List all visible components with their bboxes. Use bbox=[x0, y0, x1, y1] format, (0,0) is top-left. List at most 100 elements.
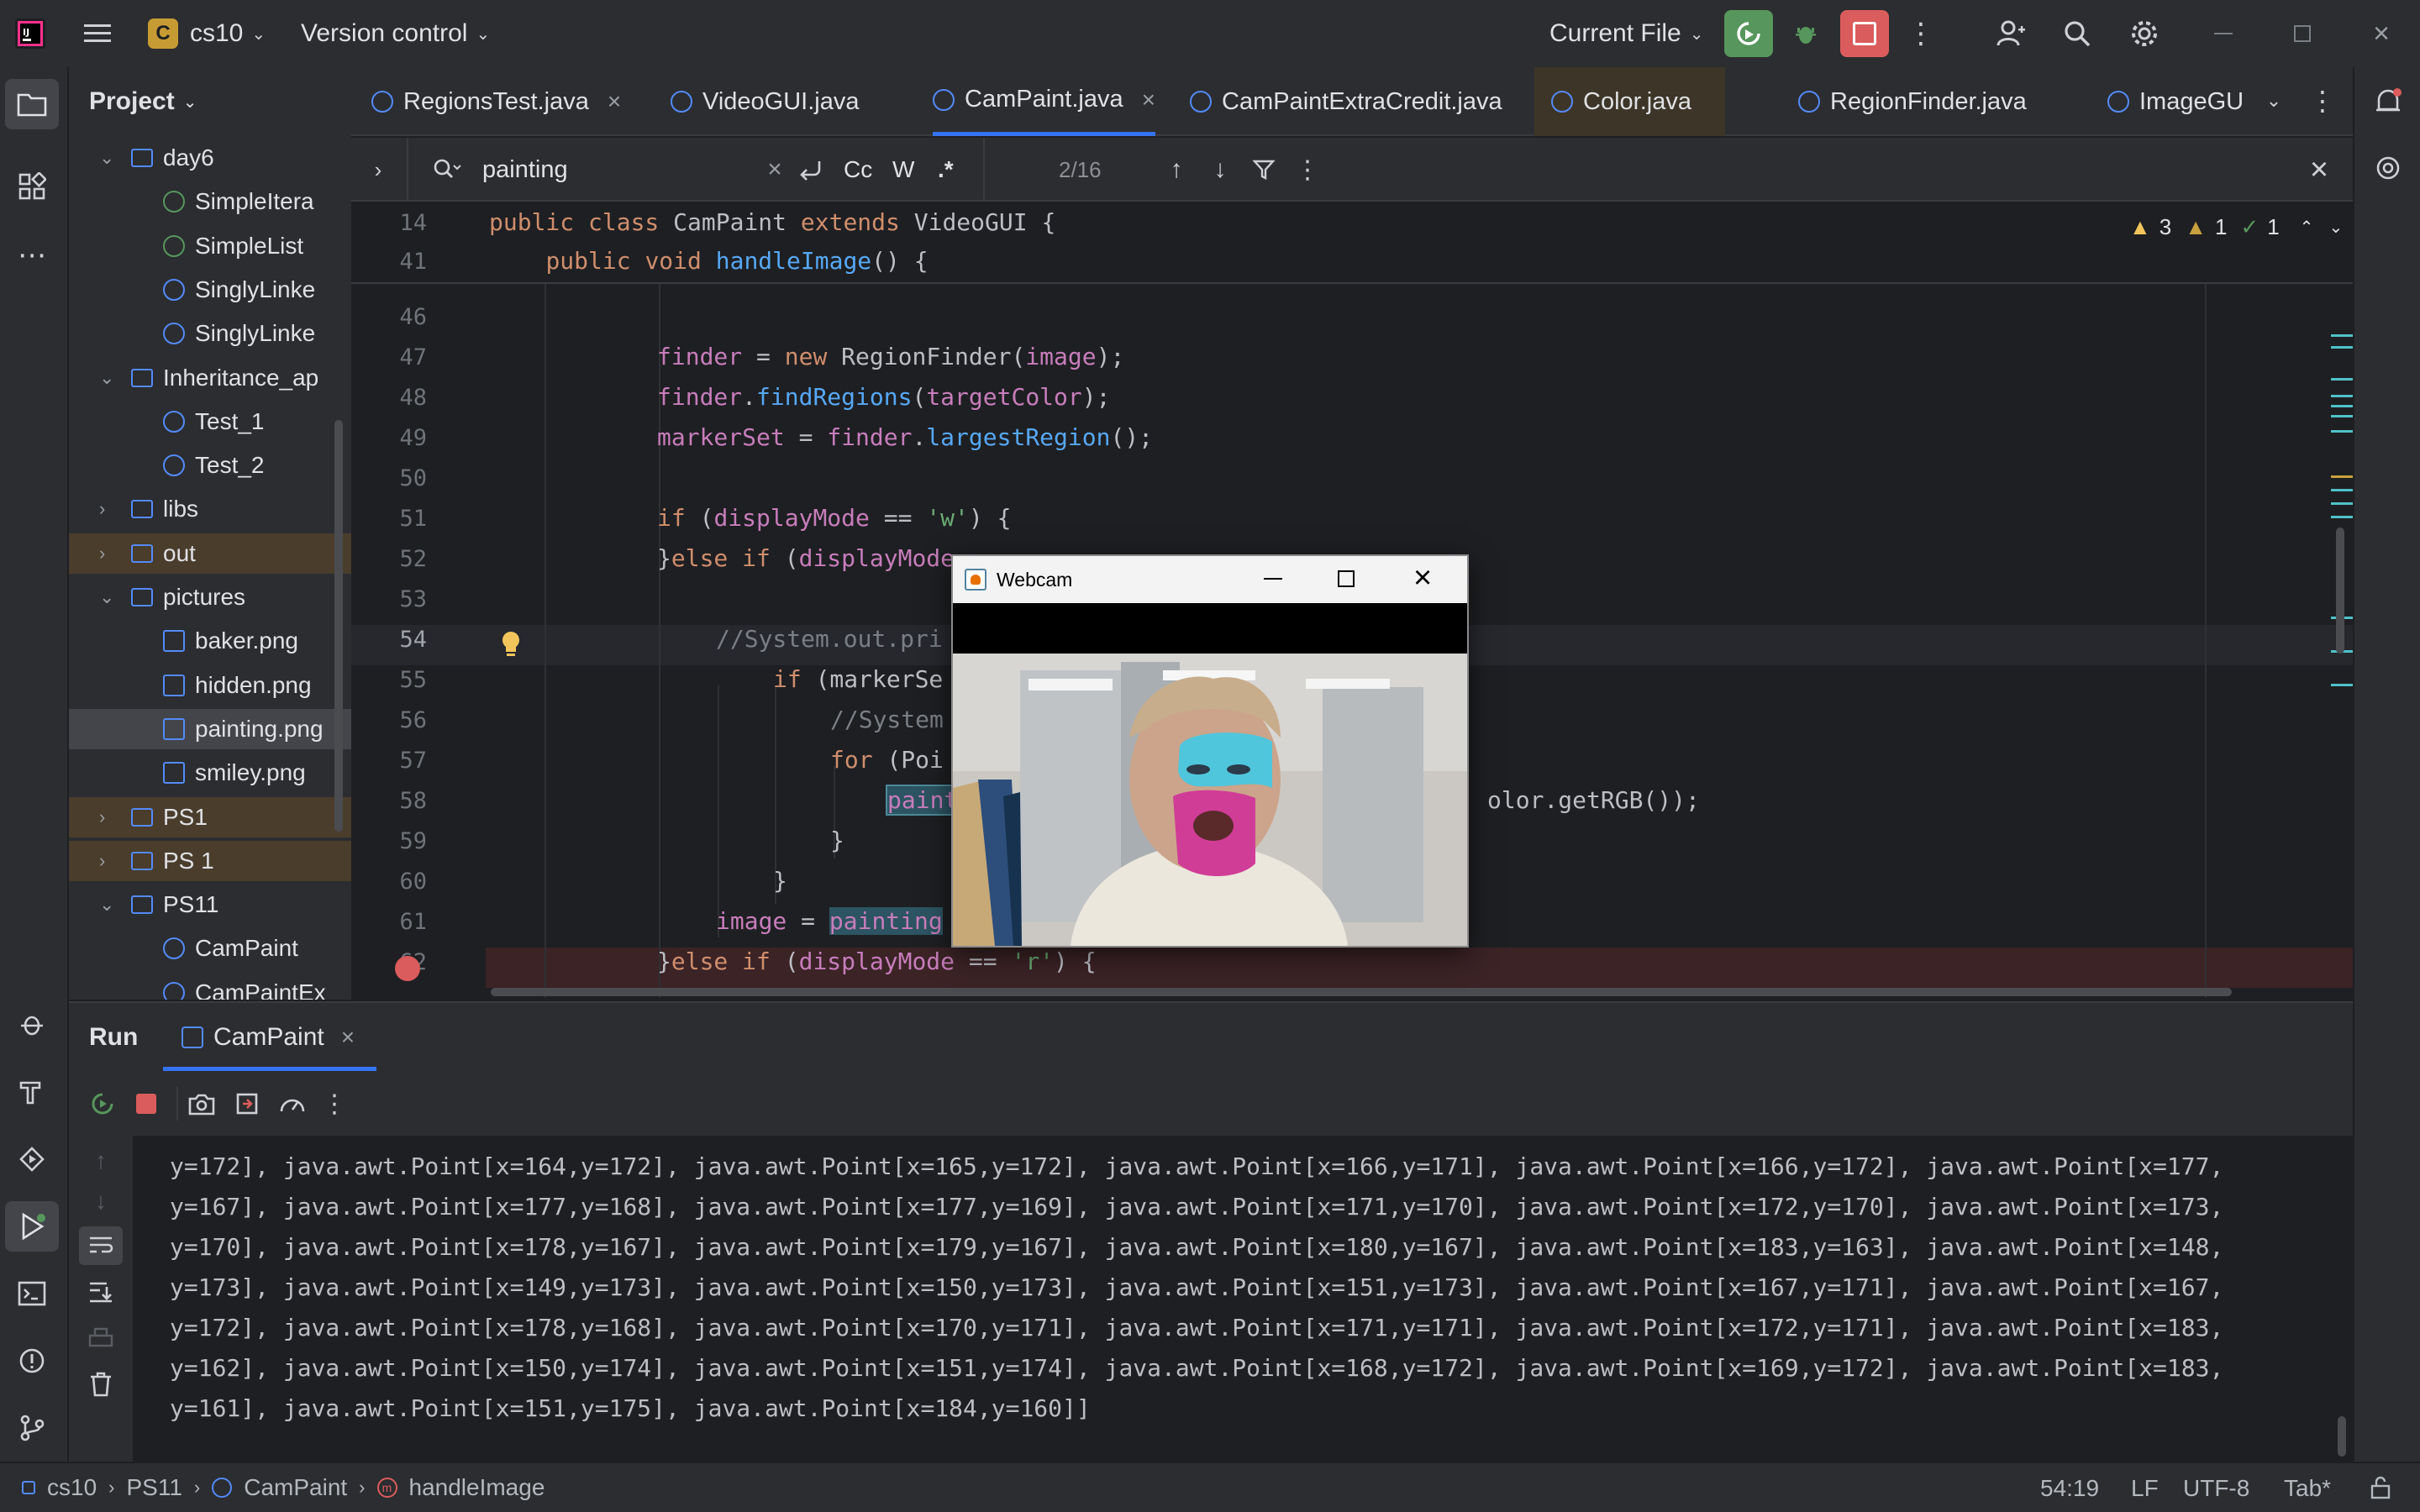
more-tools-icon[interactable]: ⋯ bbox=[5, 230, 59, 281]
restore-icon[interactable] bbox=[2286, 17, 2319, 50]
find-more-icon[interactable]: ⋮ bbox=[1291, 153, 1324, 186]
regex-toggle[interactable]: .* bbox=[938, 138, 954, 202]
tab-imagegu[interactable]: ImageGU bbox=[2107, 67, 2244, 136]
clear-search-icon[interactable]: × bbox=[758, 153, 792, 186]
notifications-icon[interactable] bbox=[2370, 84, 2407, 121]
gear-icon[interactable] bbox=[2128, 17, 2161, 50]
chevron-up-icon[interactable]: ⌃ bbox=[2300, 217, 2314, 238]
tab-regionfinder-java[interactable]: RegionFinder.java bbox=[1798, 67, 2027, 136]
indent-setting[interactable]: Tab* bbox=[2284, 1475, 2331, 1502]
main-menu-icon[interactable] bbox=[81, 17, 114, 50]
chevron-down-icon[interactable]: ⌄ bbox=[99, 586, 114, 608]
camera-icon[interactable] bbox=[183, 1087, 220, 1121]
tab-videogui-java[interactable]: VideoGUI.java bbox=[671, 67, 859, 136]
maximize-icon[interactable] bbox=[1338, 570, 1355, 587]
run-tab-campaint[interactable]: CamPaint × bbox=[182, 1003, 355, 1072]
editor-vertical-scrollbar[interactable] bbox=[2336, 528, 2344, 654]
chevron-right-icon[interactable]: › bbox=[99, 543, 105, 564]
tree-item[interactable]: ⌄ Inheritance_ap bbox=[69, 358, 351, 398]
chevron-right-icon[interactable]: › bbox=[99, 850, 105, 872]
tab-color-java[interactable]: Color.java bbox=[1534, 67, 1725, 136]
tabs-chevron-down-icon[interactable]: ⌄ bbox=[2259, 86, 2289, 116]
tabs-more-icon[interactable]: ⋮ bbox=[2307, 86, 2338, 116]
tree-item[interactable]: Test_1 bbox=[69, 402, 351, 442]
close-tab-icon[interactable]: × bbox=[608, 88, 621, 115]
close-tab-icon[interactable]: × bbox=[1142, 87, 1155, 113]
rerun-button[interactable] bbox=[1724, 10, 1773, 57]
tab-campaint-java[interactable]: CamPaint.java × bbox=[933, 67, 1155, 136]
breadcrumb-item[interactable]: cs10 bbox=[47, 1474, 97, 1501]
tab-regionstest-java[interactable]: RegionsTest.java × bbox=[371, 67, 621, 136]
tree-item[interactable]: Test_2 bbox=[69, 445, 351, 486]
vcs-widget[interactable]: Version control ⌄ bbox=[301, 0, 490, 67]
close-tab-icon[interactable]: × bbox=[341, 1024, 355, 1051]
services-icon[interactable] bbox=[5, 1000, 59, 1050]
debug-icon[interactable] bbox=[1785, 13, 1827, 54]
chevron-down-icon[interactable]: ⌄ bbox=[99, 894, 114, 916]
add-user-icon[interactable] bbox=[1993, 17, 2028, 50]
tree-item[interactable]: ⌄ day6 bbox=[69, 138, 351, 178]
breadcrumb-item[interactable]: handleImage bbox=[409, 1474, 545, 1501]
find-input[interactable] bbox=[482, 150, 785, 190]
close-find-icon[interactable]: × bbox=[2302, 152, 2336, 187]
profiler-icon[interactable] bbox=[274, 1087, 311, 1121]
file-encoding[interactable]: UTF-8 bbox=[2183, 1475, 2249, 1502]
previous-occurrence-icon[interactable]: ↑ bbox=[1160, 153, 1193, 186]
next-occurrence-icon[interactable]: ↓ bbox=[1203, 153, 1237, 186]
stop-run-icon[interactable] bbox=[129, 1087, 163, 1121]
match-case-toggle[interactable]: Cc bbox=[844, 138, 872, 202]
tree-item[interactable]: SinglyLinke bbox=[69, 313, 351, 354]
minimize-icon[interactable] bbox=[1264, 578, 1282, 580]
tree-item[interactable]: SimpleItera bbox=[69, 181, 351, 222]
expand-replace-icon[interactable]: › bbox=[361, 153, 395, 186]
search-icon[interactable] bbox=[2060, 17, 2094, 50]
tree-item[interactable]: CamPaint bbox=[69, 928, 351, 969]
run-more-icon[interactable]: ⋮ bbox=[319, 1087, 350, 1121]
tree-item[interactable]: hidden.png bbox=[69, 665, 351, 706]
words-toggle[interactable]: W bbox=[892, 138, 914, 202]
tree-item[interactable]: baker.png bbox=[69, 621, 351, 661]
lock-icon[interactable] bbox=[2366, 1473, 2395, 1502]
tree-item[interactable]: smiley.png bbox=[69, 753, 351, 793]
new-line-icon[interactable] bbox=[792, 153, 829, 186]
project-panel-header[interactable]: Project ⌄ bbox=[89, 67, 197, 136]
more-actions-icon[interactable]: ⋮ bbox=[1906, 17, 1936, 50]
console-output[interactable]: y=172], java.awt.Point[x=164,y=172], jav… bbox=[0, 1136, 2353, 1462]
app-logo-icon[interactable]: IJ bbox=[13, 17, 47, 50]
tree-item[interactable]: › PS 1 bbox=[69, 840, 351, 881]
chevron-down-icon[interactable]: ⌄ bbox=[2328, 217, 2343, 238]
project-tool-button[interactable] bbox=[5, 79, 59, 129]
project-widget[interactable]: C cs10 ⌄ bbox=[148, 0, 266, 67]
search-history-icon[interactable] bbox=[429, 153, 466, 186]
console-scrollbar[interactable] bbox=[2338, 1416, 2346, 1457]
structure-icon[interactable] bbox=[5, 161, 59, 212]
inspection-widget[interactable]: ▲ 3 ▲ 1 ✓ 1 ⌃ ⌄ bbox=[2129, 210, 2343, 244]
breadcrumb-item[interactable]: PS11 bbox=[126, 1474, 182, 1501]
tab-campaintextracredit-java[interactable]: CamPaintExtraCredit.java bbox=[1190, 67, 1502, 136]
editor-horizontal-scrollbar[interactable] bbox=[491, 988, 2232, 996]
webcam-window[interactable]: Webcam × bbox=[951, 554, 1469, 948]
line-separator[interactable]: LF bbox=[2131, 1475, 2159, 1502]
tree-item[interactable]: ⌄ PS11 bbox=[69, 885, 351, 925]
tree-item[interactable]: › out bbox=[69, 533, 351, 574]
ai-assistant-icon[interactable] bbox=[2370, 150, 2407, 186]
chevron-right-icon[interactable]: › bbox=[99, 498, 105, 520]
rerun-icon[interactable] bbox=[86, 1087, 119, 1121]
stop-button[interactable] bbox=[1840, 10, 1889, 57]
breadcrumb-item[interactable]: CamPaint bbox=[244, 1474, 347, 1501]
close-icon[interactable]: × bbox=[1413, 561, 1432, 595]
lightbulb-icon[interactable] bbox=[499, 630, 524, 659]
tree-item[interactable]: ⌄ pictures bbox=[69, 577, 351, 617]
minimize-icon[interactable] bbox=[2207, 17, 2240, 50]
breakpoint-icon[interactable] bbox=[395, 956, 420, 981]
filter-icon[interactable] bbox=[1247, 153, 1281, 186]
close-window-icon[interactable]: × bbox=[2365, 17, 2398, 50]
cursor-position[interactable]: 54:19 bbox=[2040, 1475, 2099, 1502]
tree-scrollbar[interactable] bbox=[334, 420, 343, 832]
run-config-selector[interactable]: Current File ⌄ bbox=[1549, 0, 1703, 67]
chevron-down-icon[interactable]: ⌄ bbox=[99, 147, 114, 169]
chevron-right-icon[interactable]: › bbox=[99, 806, 105, 828]
restore-layout-icon[interactable] bbox=[229, 1087, 266, 1121]
webcam-titlebar[interactable]: Webcam × bbox=[953, 556, 1467, 603]
tree-item[interactable]: painting.png bbox=[69, 708, 351, 749]
